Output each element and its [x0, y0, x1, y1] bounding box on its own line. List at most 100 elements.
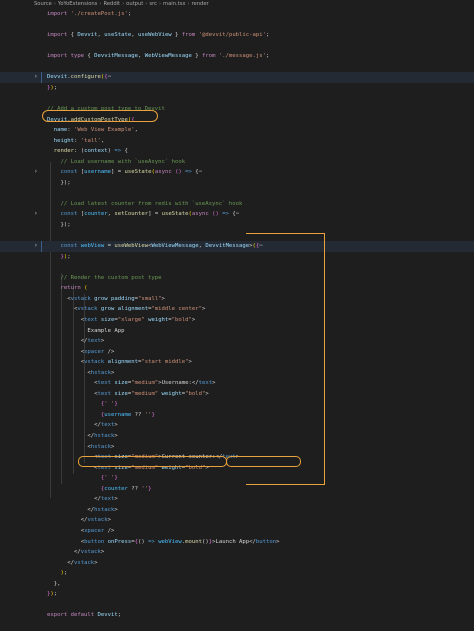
code-text: // Load latest counter from redis with `… [47, 199, 242, 210]
code-token: > [100, 549, 105, 556]
fold-chevron-icon[interactable]: › [34, 167, 38, 178]
code-line[interactable]: <spacer /> [0, 347, 474, 358]
code-line[interactable]: // Load latest counter from redis with `… [0, 199, 474, 210]
code-line[interactable]: ); [0, 568, 474, 579]
code-line[interactable]: return ( [0, 283, 474, 294]
code-line[interactable]: {counter ?? ''} [0, 484, 474, 495]
code-line[interactable]: <text size="medium">Username:</text> [0, 378, 474, 389]
code-token: () [175, 169, 182, 176]
code-line[interactable]: </hstack> [0, 505, 474, 516]
code-token: mount [185, 538, 202, 545]
code-line[interactable]: render: (context) => { [0, 146, 474, 157]
code-text: </text> [47, 420, 118, 431]
code-line[interactable]: <hstack> [0, 442, 474, 453]
code-line[interactable]: <button onPress={() => webView.mount()}>… [0, 537, 474, 548]
code-line[interactable] [0, 231, 474, 242]
code-line[interactable]: }); [0, 83, 474, 94]
breadcrumb-item[interactable]: render [192, 1, 209, 7]
code-line[interactable]: // Load username with `useAsync` hook [0, 157, 474, 168]
code-line[interactable]: <text size="medium" weight="bold"> [0, 389, 474, 400]
code-line[interactable]: }); [0, 220, 474, 231]
code-token: // Render the custom post type [60, 274, 162, 281]
fold-chevron-icon[interactable]: › [34, 72, 38, 83]
code-line[interactable]: name: 'Web View Example', [0, 125, 474, 136]
code-line[interactable]: export default Devvit; [0, 610, 474, 621]
code-line[interactable]: › const webView = useWebView<WebViewMess… [0, 241, 474, 252]
code-line[interactable]: {' '} [0, 399, 474, 410]
code-line[interactable]: }); [0, 589, 474, 600]
code-line[interactable] [0, 62, 474, 73]
code-token: ; [265, 53, 270, 60]
code-line[interactable]: }, [0, 579, 474, 590]
code-token: Launch App [215, 538, 250, 545]
code-token: > [201, 306, 206, 313]
code-line[interactable]: › const [username] = useState(async () =… [0, 167, 474, 178]
code-line[interactable]: <hstack> [0, 368, 474, 379]
code-line[interactable]: </vstack> [0, 547, 474, 558]
code-line[interactable]: {' '} [0, 473, 474, 484]
code-line[interactable]: }); [0, 252, 474, 263]
code-line[interactable]: </text> [0, 494, 474, 505]
code-line[interactable]: }); [0, 178, 474, 189]
code-line[interactable]: › Devvit.configure({⋯ [0, 72, 474, 83]
code-line[interactable] [0, 621, 474, 631]
breadcrumb-item[interactable]: src [149, 1, 157, 7]
highlight-box-render [246, 233, 325, 485]
code-text: <spacer /> [47, 347, 115, 358]
code-token: "bold" [171, 316, 192, 323]
code-token: </ [94, 422, 101, 429]
code-line[interactable] [0, 41, 474, 52]
breadcrumb-item[interactable]: Source [34, 1, 52, 7]
code-line[interactable]: import './createPost.js'; [0, 9, 474, 20]
code-line[interactable]: <text size="xlarge" weight="bold"> [0, 315, 474, 326]
code-line[interactable]: <vstack grow padding="small"> [0, 294, 474, 305]
code-token: > [212, 380, 216, 387]
fold-chevron-icon[interactable]: › [34, 241, 38, 252]
fold-chevron-icon[interactable]: › [34, 209, 38, 220]
code-line[interactable]: Example App [0, 326, 474, 337]
code-line[interactable] [0, 93, 474, 104]
code-editor[interactable]: import './createPost.js'; import { Devvit… [0, 9, 474, 618]
code-token: : [67, 127, 74, 134]
breadcrumb[interactable]: Source › YoYoExtensions › Reddit › output › src ›… [0, 0, 474, 9]
code-line[interactable]: import type { DevvitMessage, WebViewMess… [0, 51, 474, 62]
code-line[interactable]: </vstack> [0, 558, 474, 569]
code-text: <hstack> [47, 442, 114, 453]
code-text: <text size="xlarge" weight="bold"> [47, 315, 196, 326]
code-line[interactable]: </text> [0, 420, 474, 431]
code-line[interactable]: </text> [0, 336, 474, 347]
breadcrumb-item[interactable]: main.tsx [163, 1, 185, 7]
code-line[interactable] [0, 188, 474, 199]
code-token: configure [70, 74, 101, 81]
code-line[interactable]: import { Devvit, useState, useWebView } … [0, 30, 474, 41]
code-token: text [97, 380, 115, 387]
code-line[interactable]: {username ?? ''} [0, 410, 474, 421]
code-line[interactable]: </hstack> [0, 431, 474, 442]
breadcrumb-item[interactable]: Reddit [103, 1, 120, 7]
code-line[interactable]: </vstack> [0, 515, 474, 526]
code-line[interactable] [0, 600, 474, 611]
code-line[interactable] [0, 262, 474, 273]
code-text: <vstack grow alignment="middle center"> [47, 304, 205, 315]
code-token: > [94, 559, 98, 566]
code-token: > [114, 433, 118, 439]
code-line[interactable]: › const [counter, setCounter] = useState… [0, 209, 474, 220]
breadcrumb-item[interactable]: YoYoExtensions [58, 1, 97, 7]
code-line[interactable]: // Render the custom post type [0, 273, 474, 284]
code-token: size [114, 380, 128, 387]
code-line[interactable] [0, 20, 474, 31]
code-token: "xlarge" [117, 316, 145, 323]
breadcrumb-item[interactable]: output [126, 1, 143, 7]
code-token: text [84, 316, 101, 323]
code-line[interactable]: height: 'tall', [0, 136, 474, 147]
code-line[interactable]: <vstack grow alignment="middle center"> [0, 304, 474, 315]
code-line[interactable]: <spacer /> [0, 526, 474, 537]
code-token: ; [127, 11, 132, 17]
code-line[interactable]: <vstack alignment="start middle"> [0, 357, 474, 368]
